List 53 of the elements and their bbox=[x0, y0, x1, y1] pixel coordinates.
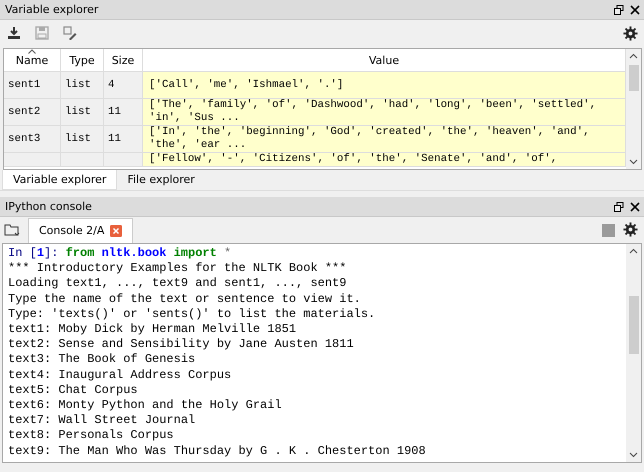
save-edit-icon[interactable] bbox=[63, 26, 77, 40]
table-cell: 11 bbox=[104, 126, 143, 152]
scrollbar-thumb[interactable] bbox=[628, 296, 638, 354]
scrollbar[interactable] bbox=[626, 49, 641, 169]
console-line: text3: The Book of Genesis bbox=[8, 352, 196, 368]
sort-caret-icon bbox=[28, 49, 36, 54]
table-cell: sent1 bbox=[4, 72, 61, 98]
settings-icon[interactable] bbox=[623, 222, 638, 237]
table-cell: sent2 bbox=[4, 99, 61, 125]
console-line: text5: Chat Corpus bbox=[8, 382, 139, 398]
table-cell: 11 bbox=[104, 99, 143, 125]
close-icon[interactable] bbox=[630, 202, 640, 212]
scroll-down-icon[interactable] bbox=[629, 159, 638, 165]
undock-icon[interactable] bbox=[614, 202, 624, 212]
table-cell: 4 bbox=[104, 72, 143, 98]
console-line: text8: Personals Corpus bbox=[8, 428, 175, 444]
column-header[interactable]: Name bbox=[4, 49, 61, 71]
table-cell: sent3 bbox=[4, 126, 61, 152]
pane-tab[interactable]: File explorer bbox=[117, 170, 205, 190]
console-line: *** Introductory Examples for the NLTK Book *** bbox=[8, 261, 348, 276]
scrollbar[interactable] bbox=[626, 244, 641, 462]
folder-icon[interactable] bbox=[4, 223, 20, 237]
console-line: text7: Wall Street Journal bbox=[8, 413, 196, 428]
console-line: Loading text1, ..., text9 and sent1, ..., sent9 bbox=[8, 276, 348, 292]
console-line: Type: 'texts()' or 'sents()' to list the materials. bbox=[8, 306, 376, 322]
table-cell: ['Fellow', '-', 'Citizens', 'of', 'the', 'Senate', 'and', 'of', bbox=[143, 153, 626, 166]
pane-tab[interactable]: Variable explorer bbox=[2, 170, 118, 190]
console-line: In [1]: from nltk.book import * bbox=[8, 246, 232, 262]
console-line: text4: Inaugural Address Corpus bbox=[8, 368, 232, 383]
table-cell: list bbox=[61, 99, 104, 125]
undock-icon[interactable] bbox=[614, 4, 624, 14]
pane-title: IPython console bbox=[5, 200, 92, 213]
console-line: text2: Sense and Sensibility by Jane Austen 1811 bbox=[8, 337, 355, 352]
import-icon[interactable] bbox=[7, 26, 21, 40]
table-cell: list bbox=[61, 72, 104, 98]
settings-icon[interactable] bbox=[623, 26, 638, 40]
console-tab[interactable]: Console 2/A bbox=[28, 218, 134, 243]
scroll-up-icon[interactable] bbox=[629, 248, 638, 254]
table-cell: ['The', 'family', 'of', 'Dashwood', 'had', 'long', 'been', 'settled', 'in', 'Sus ... bbox=[143, 99, 626, 125]
pane-title: Variable explorer bbox=[5, 3, 98, 16]
column-header[interactable]: Type bbox=[61, 49, 104, 71]
console-line: text6: Monty Python and the Holy Grail bbox=[8, 398, 283, 414]
scrollbar-thumb[interactable] bbox=[628, 65, 638, 91]
console-line: Type the name of the text or sentence to view it. bbox=[8, 292, 362, 307]
scroll-down-icon[interactable] bbox=[629, 452, 638, 458]
close-icon[interactable] bbox=[630, 4, 640, 14]
scroll-up-icon[interactable] bbox=[629, 53, 638, 59]
column-header[interactable]: Size bbox=[104, 49, 143, 71]
table-cell: ['In', 'the', 'beginning', 'God', 'created', 'the', 'heaven', 'and', 'the', 'ear ... bbox=[143, 126, 626, 152]
console-line: text9: The Man Who Was Thursday by G . K . Chesterton 1908 bbox=[8, 444, 427, 459]
console-line: text1: Moby Dick by Herman Melville 1851 bbox=[8, 322, 298, 338]
table-cell: list bbox=[61, 126, 104, 152]
table-cell: ['Call', 'me', 'Ishmael', '.'] bbox=[143, 72, 626, 98]
